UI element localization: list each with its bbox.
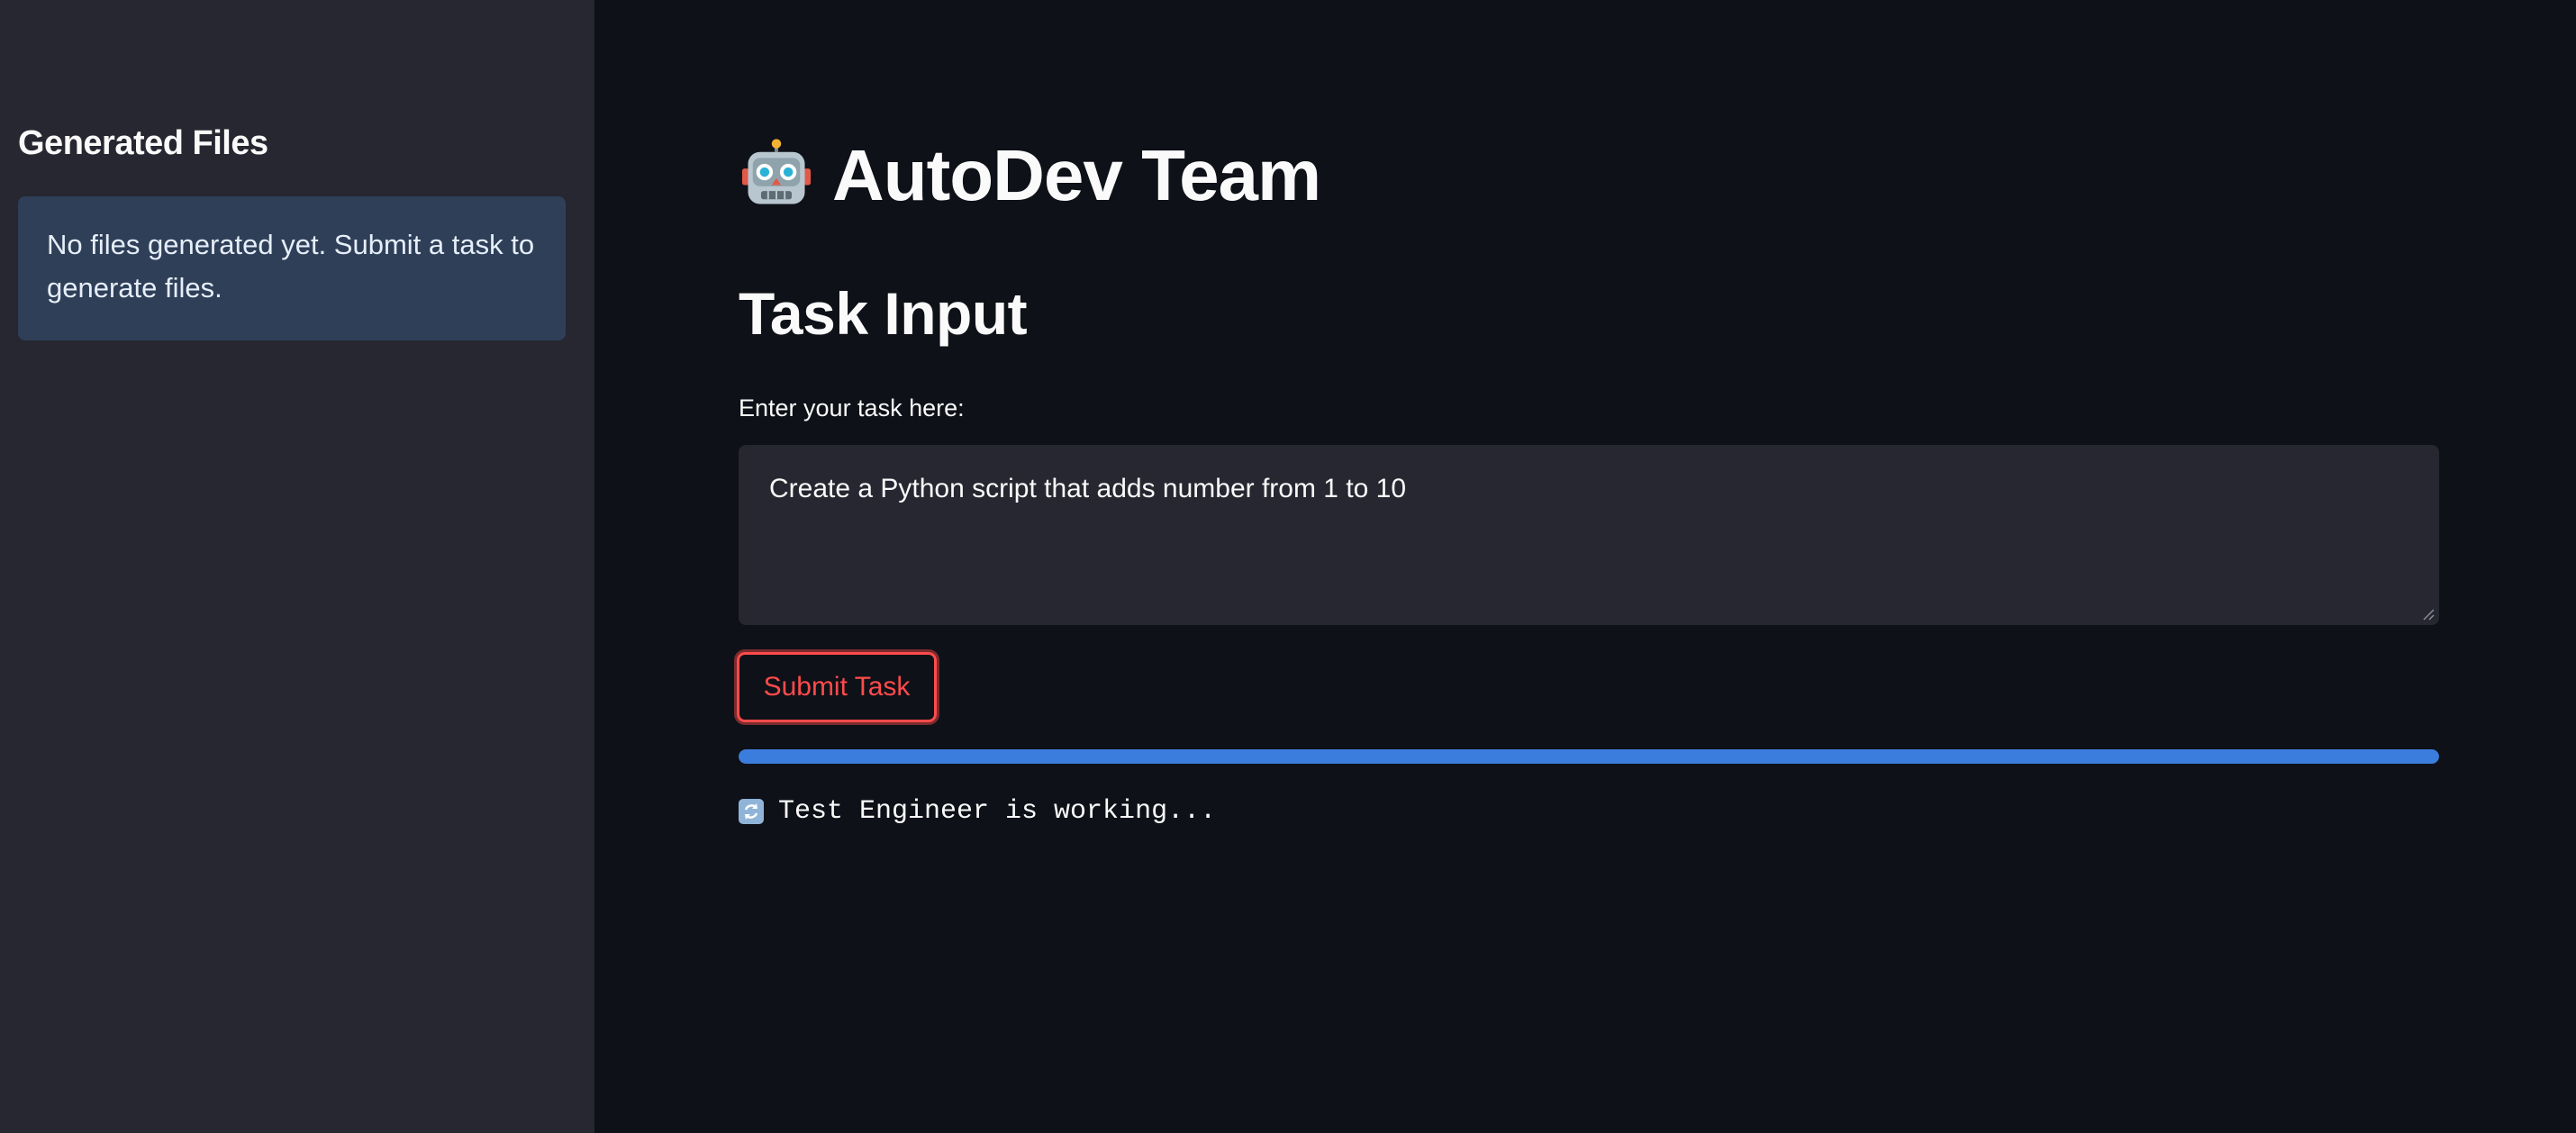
- status-text: Test Engineer is working...: [778, 796, 1217, 827]
- sidebar-header: Generated Files: [18, 124, 268, 162]
- page-title: AutoDev Team: [832, 135, 1321, 215]
- info-message: No files generated yet. Submit a task to…: [47, 229, 535, 304]
- refresh-icon: [739, 799, 764, 824]
- task-input[interactable]: [739, 445, 2439, 625]
- progress-bar: [739, 749, 2439, 764]
- submit-task-button[interactable]: Submit Task: [737, 652, 937, 722]
- robot-icon: [741, 139, 812, 204]
- task-input-label: Enter your task here:: [739, 394, 965, 421]
- progress-fill: [739, 749, 2439, 764]
- app: Generated Files No files generated yet. …: [0, 0, 2576, 1133]
- sidebar: Generated Files No files generated yet. …: [0, 0, 594, 1133]
- status-row: Test Engineer is working...: [739, 796, 1216, 827]
- main-content: AutoDev Team Task Input Enter your task …: [594, 0, 2576, 1133]
- resize-grip-icon[interactable]: [2421, 607, 2435, 621]
- title-row: AutoDev Team: [739, 126, 1321, 225]
- no-files-info-box: No files generated yet. Submit a task to…: [18, 196, 566, 340]
- section-title: Task Input: [739, 280, 1028, 347]
